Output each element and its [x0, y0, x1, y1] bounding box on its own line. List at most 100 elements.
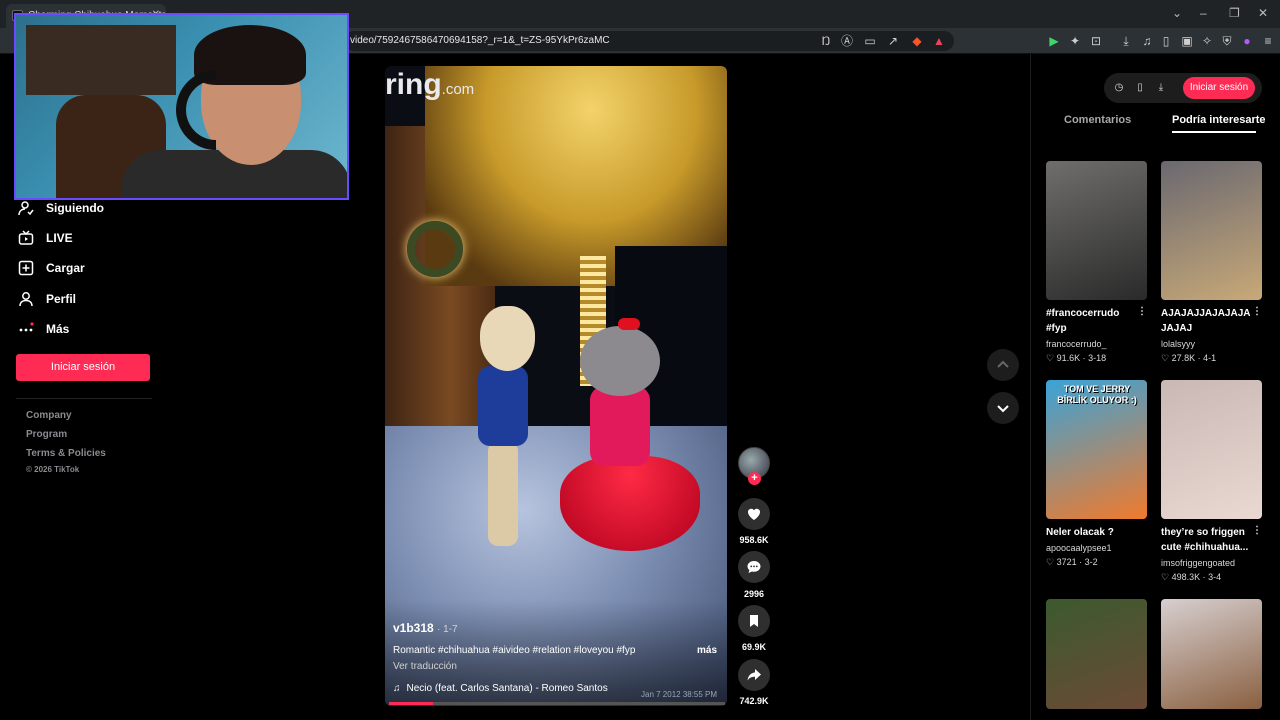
tab-comments[interactable]: Comentarios: [1064, 114, 1131, 126]
nav-item-upload[interactable]: Cargar: [18, 258, 85, 278]
video-author[interactable]: v1b318 · 1-7: [393, 621, 458, 635]
post-date: · 1-7: [437, 624, 458, 635]
card-user-3[interactable]: apoocaalypsee1: [1046, 543, 1112, 553]
follow-plus-icon[interactable]: +: [748, 472, 761, 485]
music-link[interactable]: ♫ Necio (feat. Carlos Santana) - Romeo Sa…: [393, 683, 608, 694]
chihuahua-blue-outfit: [470, 306, 540, 546]
card-more-icon-4[interactable]: ⋮: [1252, 525, 1262, 536]
video-caption: Romantic #chihuahua #aivideo #relation #…: [393, 645, 636, 656]
headset-icon: [176, 70, 216, 150]
thumbnail-overlay-text: TOM VE JERRY BİRLİK OLUYOR :): [1057, 384, 1137, 405]
footer-link-company[interactable]: Company: [26, 410, 72, 421]
play-extension-icon[interactable]: ▶: [1047, 34, 1061, 48]
footer-link-program[interactable]: Program: [26, 429, 67, 440]
card-stats-text-2: 27.8K · 4-1: [1171, 353, 1217, 363]
brave-shield-icon[interactable]: ◆: [910, 34, 924, 48]
nav-item-more[interactable]: Más: [18, 319, 69, 339]
video-progress-bar[interactable]: [389, 702, 725, 705]
url-text: video/7592467586470694158?_r=1&_t=ZS-95Y…: [350, 35, 610, 46]
nav-divider: [16, 398, 152, 399]
ring-timestamp: Jan 7 2012 38:55 PM: [641, 690, 718, 699]
brave-rewards-icon[interactable]: ▲: [932, 34, 946, 48]
video-progress-fill: [389, 702, 433, 705]
live-icon: [18, 230, 34, 245]
save-button[interactable]: [738, 605, 770, 637]
share-arrow-icon: [747, 669, 761, 681]
ring-watermark-suffix: .com: [441, 81, 475, 98]
nav-label-more: Más: [46, 322, 70, 336]
history-icon[interactable]: ◷: [1112, 81, 1126, 95]
menu-icon[interactable]: ≡: [1261, 34, 1275, 48]
like-count: 958.6K: [739, 535, 769, 545]
card-title-4[interactable]: they’re so friggen cute #chihuahua...: [1161, 525, 1249, 555]
maximize-icon[interactable]: ❐: [1229, 6, 1240, 20]
author-name[interactable]: v1b318: [393, 621, 434, 635]
active-tab-underline: [1172, 131, 1256, 133]
share-button[interactable]: [738, 659, 770, 691]
nav-item-profile[interactable]: Perfil: [18, 289, 76, 309]
copyright: © 2026 TikTok: [26, 465, 80, 474]
like-button[interactable]: [738, 498, 770, 530]
device-icon[interactable]: ▯: [1133, 81, 1147, 95]
card-title-1[interactable]: #francocerrudo #fyp: [1046, 306, 1134, 336]
heart-outline-icon: ♡: [1161, 572, 1170, 582]
chevron-up-icon: [997, 360, 1009, 368]
bookmark-icon: [750, 615, 758, 627]
more-dots-icon: [19, 322, 34, 332]
card-user-2[interactable]: lolalsyyy: [1161, 339, 1195, 349]
video-thumbnail-2[interactable]: [1161, 161, 1262, 300]
following-icon: [18, 201, 34, 216]
screen: Charming Chihuahua Moments ✕ ⌄ – ❐ ✕ vid…: [0, 0, 1280, 720]
previous-video-button[interactable]: [987, 349, 1019, 381]
share-page-icon[interactable]: ↗: [886, 34, 900, 48]
leo-icon[interactable]: ✧: [1200, 34, 1214, 48]
heart-outline-icon: ♡: [1161, 353, 1170, 363]
profile-icon: [19, 292, 33, 307]
profile-extension-icon[interactable]: ●: [1240, 34, 1254, 48]
video-thumbnail-1[interactable]: [1046, 161, 1147, 300]
card-title-3[interactable]: Neler olacak ?: [1046, 525, 1134, 540]
comment-icon: [747, 561, 761, 573]
card-user-4[interactable]: imsofriggengoated: [1161, 558, 1235, 568]
chevron-down-icon[interactable]: ⌄: [1172, 6, 1182, 20]
download-icon[interactable]: ⤓: [1119, 34, 1133, 48]
header-login-button[interactable]: Iniciar sesión: [1183, 77, 1255, 99]
card-more-icon-1[interactable]: ⋮: [1137, 306, 1147, 317]
caption-more-link[interactable]: más: [697, 645, 717, 656]
card-title-2[interactable]: AJAJAJJAJAJAJA JAJAJ: [1161, 306, 1250, 336]
media-icon[interactable]: ♫: [1140, 34, 1154, 48]
wallet-icon[interactable]: ▣: [1180, 34, 1194, 48]
nav-item-live[interactable]: LIVE: [18, 228, 73, 248]
next-video-button[interactable]: [987, 392, 1019, 424]
minimize-icon[interactable]: –: [1200, 6, 1207, 20]
login-button[interactable]: Iniciar sesión: [16, 354, 150, 381]
video-thumbnail-5[interactable]: [1046, 599, 1147, 709]
card-user-1[interactable]: francocerrudo_: [1046, 339, 1107, 349]
sidebar-toggle-icon[interactable]: ▯: [1159, 34, 1173, 48]
footer-link-terms[interactable]: Terms & Policies: [26, 448, 106, 459]
video-thumbnail-4[interactable]: [1161, 380, 1262, 519]
video-thumbnail-6[interactable]: [1161, 599, 1262, 709]
reader-mode-icon[interactable]: Ŋ: [819, 34, 833, 48]
translate-link[interactable]: Ver traducción: [393, 661, 457, 672]
right-panel-divider: [1030, 54, 1031, 720]
nav-item-following[interactable]: Siguiendo: [18, 198, 104, 218]
cast-icon[interactable]: ▭: [863, 34, 877, 48]
tab-recommended[interactable]: Podría interesarte: [1172, 114, 1266, 126]
screenshot-icon[interactable]: ⊡: [1089, 34, 1103, 48]
comment-button[interactable]: [738, 551, 770, 583]
extensions-icon[interactable]: ✦: [1068, 34, 1082, 48]
close-window-icon[interactable]: ✕: [1258, 6, 1268, 20]
download-video-icon[interactable]: ⤓: [1154, 81, 1168, 95]
card-more-icon-2[interactable]: ⋮: [1252, 306, 1262, 317]
card-stats-2: ♡ 27.8K · 4-1: [1161, 353, 1216, 364]
translate-icon[interactable]: Ⓐ: [840, 34, 854, 48]
card-stats-text-3: 3721 · 3-2: [1056, 557, 1098, 567]
chihuahua-red-dress: [560, 318, 700, 586]
heart-icon: [747, 508, 761, 520]
upload-icon: [18, 260, 34, 276]
card-stats-text-1: 91.6K · 3-18: [1056, 353, 1107, 363]
vpn-icon[interactable]: ⛨: [1220, 34, 1234, 48]
video-thumbnail-3[interactable]: TOM VE JERRY BİRLİK OLUYOR :): [1046, 380, 1147, 519]
webcam-overlay: [14, 13, 349, 200]
